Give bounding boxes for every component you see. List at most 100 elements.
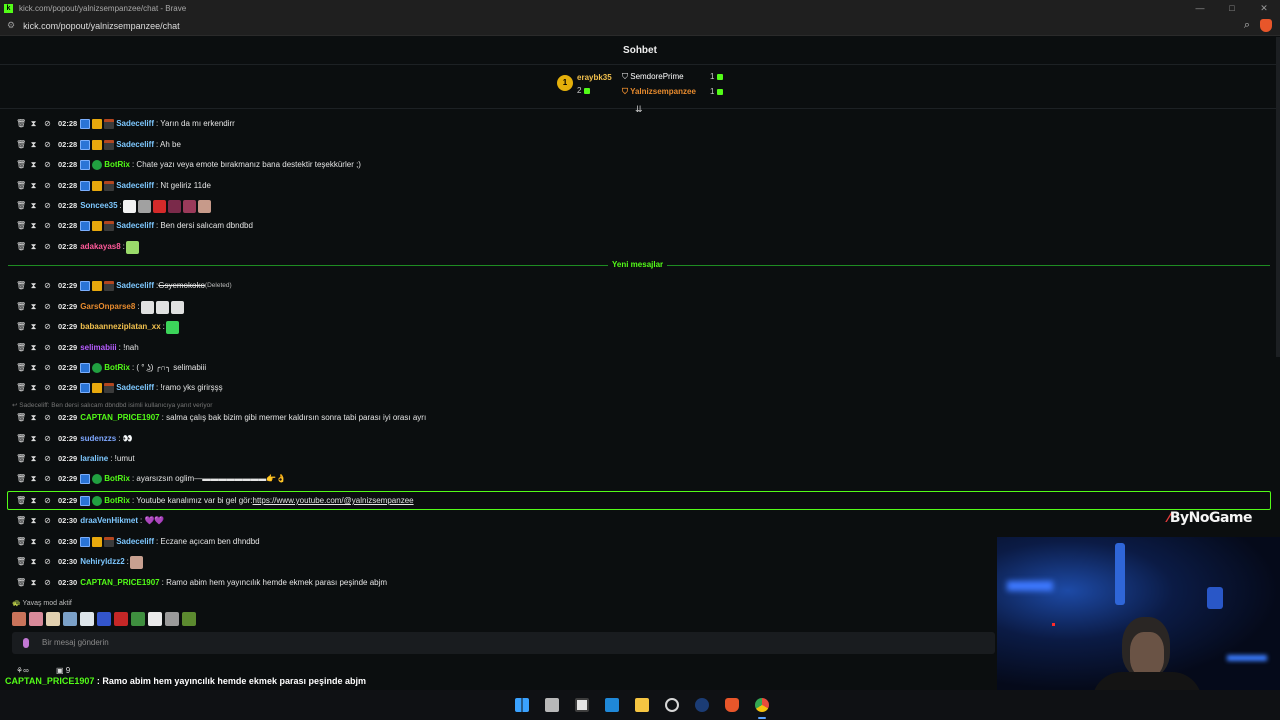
ban-icon[interactable]: ⊘	[44, 303, 51, 311]
ban-icon[interactable]: ⊘	[44, 517, 51, 525]
delete-message-icon[interactable]: 🗑	[16, 161, 26, 169]
delete-message-icon[interactable]: 🗑	[16, 182, 26, 190]
ban-icon[interactable]: ⊘	[44, 414, 51, 422]
message-username[interactable]: Soncee35	[80, 199, 117, 213]
ban-icon[interactable]: ⊘	[44, 323, 51, 331]
message-username[interactable]: Sadeceliff	[116, 279, 154, 293]
chrome-icon[interactable]	[754, 698, 769, 719]
chat-message[interactable]: 🗑 ⧗ ⊘ 02:29 Sadeceliff: Gsyemokoko (Deleted)	[16, 279, 232, 293]
ban-icon[interactable]: ⊘	[44, 120, 51, 128]
ban-icon[interactable]: ⊘	[44, 364, 51, 372]
delete-message-icon[interactable]: 🗑	[16, 455, 26, 463]
chat-message[interactable]: 🗑 ⧗ ⊘ 02:29 babaanneziplatan_xx:	[16, 320, 180, 334]
delete-message-icon[interactable]: 🗑	[16, 282, 26, 290]
message-username[interactable]: Sadeceliff	[116, 535, 154, 549]
quick-emote[interactable]	[114, 612, 128, 626]
chat-message[interactable]: 🗑 ⧗ ⊘ 02:29 laraline: !umut	[16, 452, 135, 466]
ban-icon[interactable]: ⊘	[44, 538, 51, 546]
message-username[interactable]: CAPTAN_PRICE1907	[80, 411, 159, 425]
delete-message-icon[interactable]: 🗑	[16, 303, 26, 311]
url-field[interactable]: kick.com/popout/yalnizsempanzee/chat	[23, 21, 180, 31]
quick-emote[interactable]	[131, 612, 145, 626]
message-username[interactable]: GarsOnparse8	[80, 300, 135, 314]
quick-emote[interactable]	[29, 612, 43, 626]
chat-message[interactable]: 🗑 ⧗ ⊘ 02:28 Soncee35:	[16, 199, 212, 213]
chat-message[interactable]: 🗑 ⧗ ⊘ 02:29 selimabiii: !nah	[16, 341, 139, 355]
timeout-icon[interactable]: ⧗	[30, 475, 37, 483]
timeout-icon[interactable]: ⧗	[30, 517, 37, 525]
brave-shield-icon[interactable]	[1260, 19, 1272, 32]
timeout-icon[interactable]: ⧗	[30, 243, 37, 251]
ban-icon[interactable]: ⊘	[44, 384, 51, 392]
message-username[interactable]: babaanneziplatan_xx	[80, 320, 160, 334]
ban-icon[interactable]: ⊘	[44, 282, 51, 290]
timeout-icon[interactable]: ⧗	[30, 323, 37, 331]
quick-emote[interactable]	[165, 612, 179, 626]
task-view-icon[interactable]	[544, 698, 559, 712]
delete-message-icon[interactable]: 🗑	[16, 579, 26, 587]
chat-input[interactable]: Bir mesaj gönderin	[12, 632, 995, 654]
timeout-icon[interactable]: ⧗	[30, 538, 37, 546]
message-username[interactable]: BotRix	[104, 361, 130, 375]
leaderboard-third-name[interactable]: ⛉ Yalnizsempanzee	[622, 87, 696, 97]
chat-message[interactable]: 🗑 ⧗ ⊘ 02:30 draaVenHikmet: 💜💜	[16, 514, 164, 528]
ban-icon[interactable]: ⊘	[44, 141, 51, 149]
quick-emote[interactable]	[148, 612, 162, 626]
ban-icon[interactable]: ⊘	[44, 182, 51, 190]
timeout-icon[interactable]: ⧗	[30, 120, 37, 128]
message-username[interactable]: Sadeceliff	[116, 117, 154, 131]
steam-icon[interactable]	[694, 698, 709, 712]
chat-message[interactable]: 🗑 ⧗ ⊘ 02:29 sudenzzs: 👀	[16, 432, 133, 446]
timeout-icon[interactable]: ⧗	[30, 161, 37, 169]
ban-icon[interactable]: ⊘	[44, 475, 51, 483]
ban-icon[interactable]: ⊘	[44, 558, 51, 566]
message-username[interactable]: CAPTAN_PRICE1907	[80, 576, 159, 590]
close-button[interactable]: ✕	[1248, 0, 1280, 16]
delete-message-icon[interactable]: 🗑	[16, 222, 26, 230]
delete-message-icon[interactable]: 🗑	[16, 364, 26, 372]
message-username[interactable]: Sadeceliff	[116, 138, 154, 152]
maximize-button[interactable]: □	[1216, 0, 1248, 16]
search-icon[interactable]: ⌕	[1244, 19, 1250, 32]
start-icon[interactable]	[514, 698, 529, 712]
timeout-icon[interactable]: ⧗	[30, 222, 37, 230]
file-explorer-icon[interactable]	[634, 698, 649, 712]
chat-message[interactable]: 🗑 ⧗ ⊘ 02:28 Sadeceliff: Ah be	[16, 138, 181, 152]
quick-emote[interactable]	[97, 612, 111, 626]
timeout-icon[interactable]: ⧗	[30, 364, 37, 372]
delete-message-icon[interactable]: 🗑	[16, 475, 26, 483]
site-settings-icon[interactable]: ⚙	[7, 20, 15, 31]
ban-icon[interactable]: ⊘	[44, 455, 51, 463]
delete-message-icon[interactable]: 🗑	[16, 344, 26, 352]
message-username[interactable]: sudenzzs	[80, 432, 116, 446]
chat-message[interactable]: 🗑 ⧗ ⊘ 02:28 Sadeceliff: Ben dersi salıcam db…	[16, 219, 253, 233]
chat-message[interactable]: 🗑 ⧗ ⊘ 02:30 CAPTAN_PRICE1907: Ramo abim hem …	[16, 576, 387, 590]
message-username[interactable]: Sadeceliff	[116, 179, 154, 193]
delete-message-icon[interactable]: 🗑	[16, 435, 26, 443]
minimize-button[interactable]: —	[1184, 0, 1216, 16]
message-username[interactable]: selimabiii	[80, 341, 116, 355]
timeout-icon[interactable]: ⧗	[30, 579, 37, 587]
quick-emote[interactable]	[12, 612, 26, 626]
chat-message[interactable]: 🗑 ⧗ ⊘ 02:28 adakayas8:	[16, 240, 140, 254]
timeout-icon[interactable]: ⧗	[30, 282, 37, 290]
timeout-icon[interactable]: ⧗	[30, 558, 37, 566]
chat-message[interactable]: 🗑 ⧗ ⊘ 02:29 CAPTAN_PRICE1907: salma çalış ba…	[16, 411, 426, 425]
delete-message-icon[interactable]: 🗑	[16, 558, 26, 566]
leaderboard-first-name[interactable]: eraybk35	[577, 73, 612, 82]
ban-icon[interactable]: ⊘	[44, 161, 51, 169]
timeout-icon[interactable]: ⧗	[30, 455, 37, 463]
ban-icon[interactable]: ⊘	[44, 435, 51, 443]
message-username[interactable]: BotRix	[104, 472, 130, 486]
microphone-icon[interactable]	[23, 638, 29, 648]
delete-message-icon[interactable]: 🗑	[16, 120, 26, 128]
quick-emote[interactable]	[80, 612, 94, 626]
store-icon[interactable]	[604, 698, 619, 712]
game-bar-icon[interactable]	[664, 698, 679, 712]
chat-message[interactable]: 🗑 ⧗ ⊘ 02:28 BotRix: Chate yazı veya emote bı…	[16, 158, 361, 172]
ban-icon[interactable]: ⊘	[44, 344, 51, 352]
timeout-icon[interactable]: ⧗	[30, 182, 37, 190]
ban-icon[interactable]: ⊘	[44, 202, 51, 210]
timeout-icon[interactable]: ⧗	[30, 303, 37, 311]
scrollbar[interactable]	[1276, 37, 1280, 357]
